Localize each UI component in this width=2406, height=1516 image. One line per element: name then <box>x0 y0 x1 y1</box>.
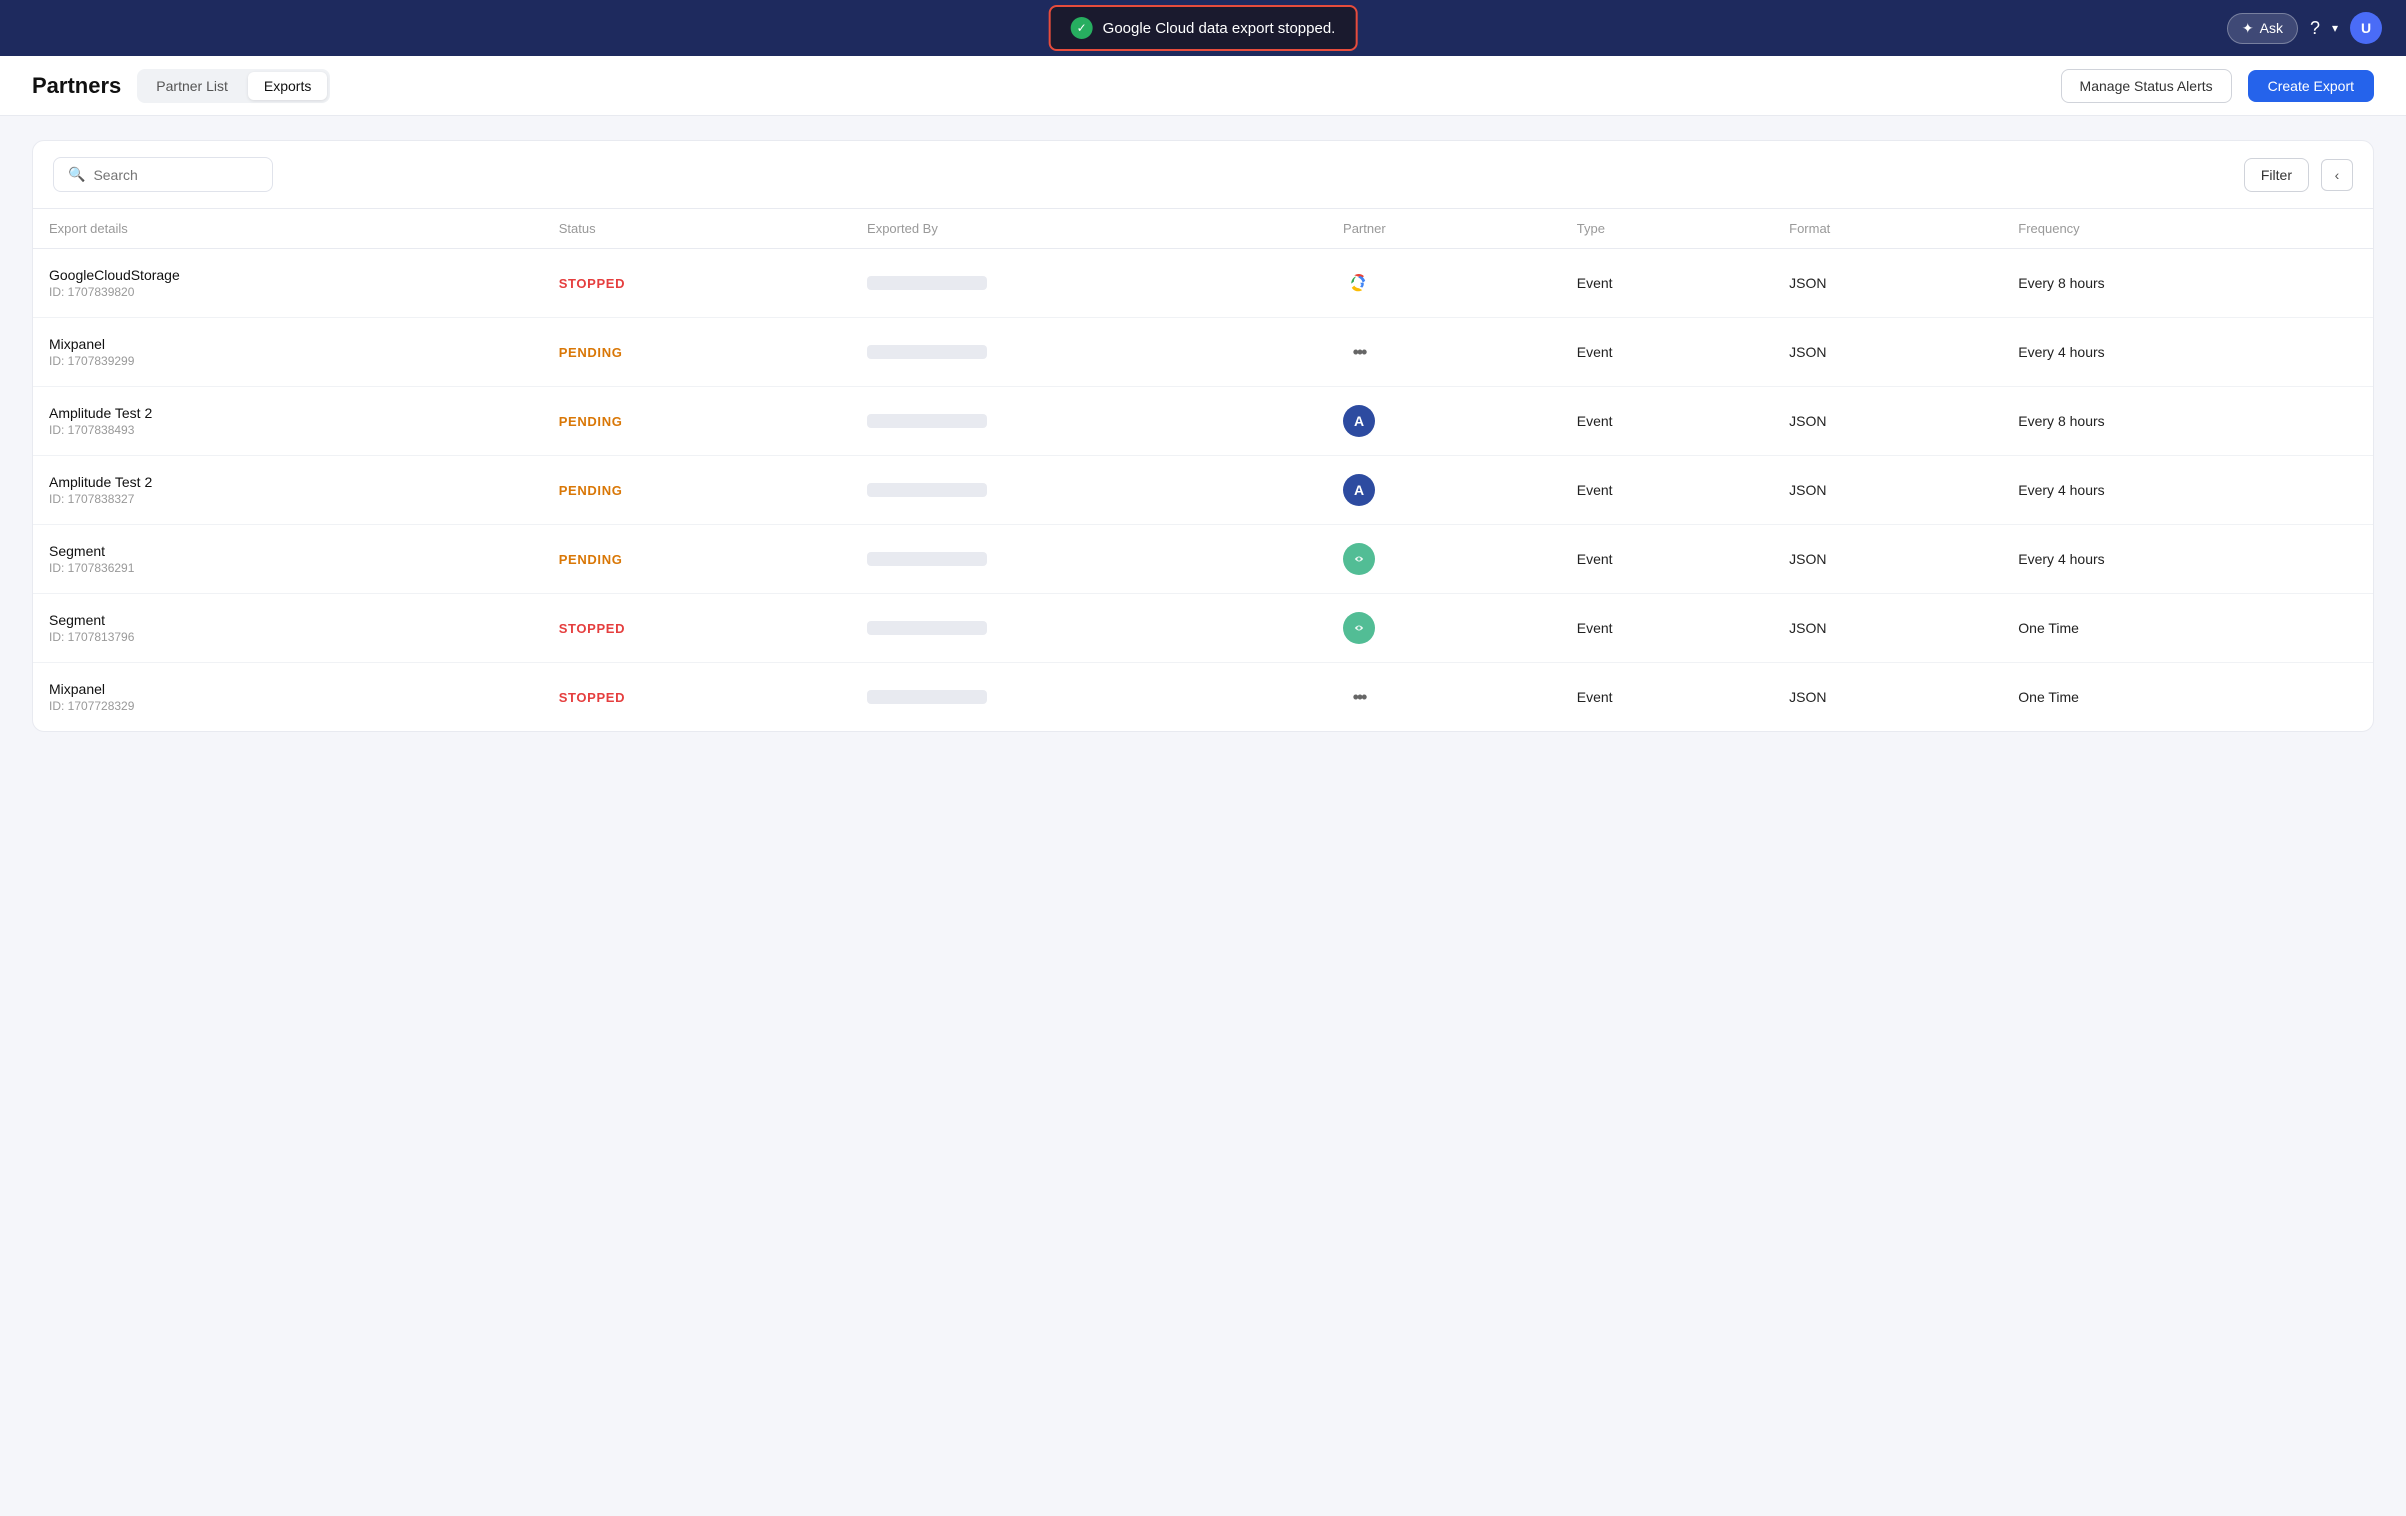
user-avatar[interactable]: U <box>2350 12 2382 44</box>
status-badge: PENDING <box>559 414 623 429</box>
exported-by-placeholder <box>867 345 987 359</box>
export-name: Segment <box>49 543 527 559</box>
export-name: Amplitude Test 2 <box>49 474 527 490</box>
col-partner: Partner <box>1327 209 1561 249</box>
export-format: JSON <box>1773 387 2002 456</box>
segment-partner-icon <box>1343 543 1375 575</box>
export-format: JSON <box>1773 525 2002 594</box>
export-format: JSON <box>1773 594 2002 663</box>
export-name: Mixpanel <box>49 336 527 352</box>
chevron-left-icon: ‹ <box>2335 167 2340 183</box>
toast-notification: ✓ Google Cloud data export stopped. <box>1049 5 1358 51</box>
manage-status-alerts-button[interactable]: Manage Status Alerts <box>2061 69 2232 103</box>
export-id: ID: 1707813796 <box>49 630 527 644</box>
toast-message: Google Cloud data export stopped. <box>1103 20 1336 37</box>
exported-by-placeholder <box>867 276 987 290</box>
export-name: Amplitude Test 2 <box>49 405 527 421</box>
table-row[interactable]: GoogleCloudStorageID: 1707839820STOPPED … <box>33 249 2373 318</box>
table-row[interactable]: Segment ID: 1707813796 STOPPED EventJSONOn… <box>33 594 2373 663</box>
mixpanel-partner-icon: ••• <box>1343 336 1375 368</box>
status-badge: PENDING <box>559 552 623 567</box>
export-format: JSON <box>1773 663 2002 732</box>
col-type: Type <box>1561 209 1773 249</box>
exported-by-placeholder <box>867 690 987 704</box>
status-badge: STOPPED <box>559 276 625 291</box>
export-frequency: Every 4 hours <box>2002 318 2373 387</box>
table-scroll-area[interactable]: Export details Status Exported By Partne… <box>33 209 2373 731</box>
amplitude-partner-icon: A <box>1343 474 1375 506</box>
export-name: GoogleCloudStorage <box>49 267 527 283</box>
tab-exports[interactable]: Exports <box>248 72 327 100</box>
export-id: ID: 1707838493 <box>49 423 527 437</box>
table-row[interactable]: Amplitude Test 2 ID: 1707838327 PENDING A Ev… <box>33 456 2373 525</box>
export-type: Event <box>1561 456 1773 525</box>
segment-partner-icon <box>1343 612 1375 644</box>
export-type: Event <box>1561 249 1773 318</box>
mixpanel-partner-icon: ••• <box>1343 681 1375 713</box>
export-format: JSON <box>1773 249 2002 318</box>
export-format: JSON <box>1773 318 2002 387</box>
page-header: Partners Partner List Exports Manage Sta… <box>0 56 2406 116</box>
export-name: Segment <box>49 612 527 628</box>
col-format: Format <box>1773 209 2002 249</box>
export-format: JSON <box>1773 456 2002 525</box>
tab-group: Partner List Exports <box>137 69 330 103</box>
spark-icon: ✦ <box>2242 20 2254 37</box>
col-status: Status <box>543 209 851 249</box>
table-row[interactable]: Mixpanel ID: 1707728329 STOPPED ••• EventJSO… <box>33 663 2373 732</box>
status-badge: PENDING <box>559 345 623 360</box>
exported-by-placeholder <box>867 483 987 497</box>
amplitude-partner-icon: A <box>1343 405 1375 437</box>
exports-table-container: 🔍 Filter ‹ Export details Status Exporte… <box>32 140 2374 732</box>
table-body: GoogleCloudStorageID: 1707839820STOPPED … <box>33 249 2373 732</box>
gcs-partner-icon <box>1343 267 1375 299</box>
search-icon: 🔍 <box>68 166 85 183</box>
export-type: Event <box>1561 318 1773 387</box>
export-type: Event <box>1561 525 1773 594</box>
search-input-wrapper: 🔍 <box>53 157 273 192</box>
export-type: Event <box>1561 387 1773 456</box>
status-badge: PENDING <box>559 483 623 498</box>
exported-by-placeholder <box>867 552 987 566</box>
tab-partner-list[interactable]: Partner List <box>140 72 244 100</box>
exported-by-placeholder <box>867 621 987 635</box>
export-frequency: Every 8 hours <box>2002 387 2373 456</box>
col-exported-by: Exported By <box>851 209 1327 249</box>
table-header: Export details Status Exported By Partne… <box>33 209 2373 249</box>
export-id: ID: 1707839820 <box>49 285 527 299</box>
export-frequency: Every 4 hours <box>2002 456 2373 525</box>
export-type: Event <box>1561 663 1773 732</box>
status-badge: STOPPED <box>559 621 625 636</box>
export-id: ID: 1707728329 <box>49 699 527 713</box>
collapse-panel-button[interactable]: ‹ <box>2321 159 2353 191</box>
main-content: 🔍 Filter ‹ Export details Status Exporte… <box>0 116 2406 756</box>
col-frequency: Frequency <box>2002 209 2373 249</box>
search-input[interactable] <box>93 167 258 183</box>
top-navigation: ✓ Google Cloud data export stopped. ✦ As… <box>0 0 2406 56</box>
table-row[interactable]: Amplitude Test 2 ID: 1707838493 PENDING A Ev… <box>33 387 2373 456</box>
exported-by-placeholder <box>867 414 987 428</box>
filter-button[interactable]: Filter <box>2244 158 2309 192</box>
export-frequency: One Time <box>2002 594 2373 663</box>
export-id: ID: 1707838327 <box>49 492 527 506</box>
export-id: ID: 1707836291 <box>49 561 527 575</box>
export-id: ID: 1707839299 <box>49 354 527 368</box>
toast-success-icon: ✓ <box>1071 17 1093 39</box>
create-export-button[interactable]: Create Export <box>2248 70 2374 102</box>
nav-chevron-icon[interactable]: ▾ <box>2332 21 2338 35</box>
export-frequency: Every 8 hours <box>2002 249 2373 318</box>
export-frequency: One Time <box>2002 663 2373 732</box>
export-name: Mixpanel <box>49 681 527 697</box>
col-export-details: Export details <box>33 209 543 249</box>
exports-table: Export details Status Exported By Partne… <box>33 209 2373 731</box>
export-frequency: Every 4 hours <box>2002 525 2373 594</box>
export-type: Event <box>1561 594 1773 663</box>
search-filter-bar: 🔍 Filter ‹ <box>33 141 2373 209</box>
table-row[interactable]: Segment ID: 1707836291 PENDING EventJSONEv… <box>33 525 2373 594</box>
page-title: Partners <box>32 73 121 99</box>
help-icon[interactable]: ? <box>2310 18 2320 39</box>
table-row[interactable]: Mixpanel ID: 1707839299 PENDING ••• EventJSO… <box>33 318 2373 387</box>
ask-button[interactable]: ✦ Ask <box>2227 13 2298 44</box>
status-badge: STOPPED <box>559 690 625 705</box>
